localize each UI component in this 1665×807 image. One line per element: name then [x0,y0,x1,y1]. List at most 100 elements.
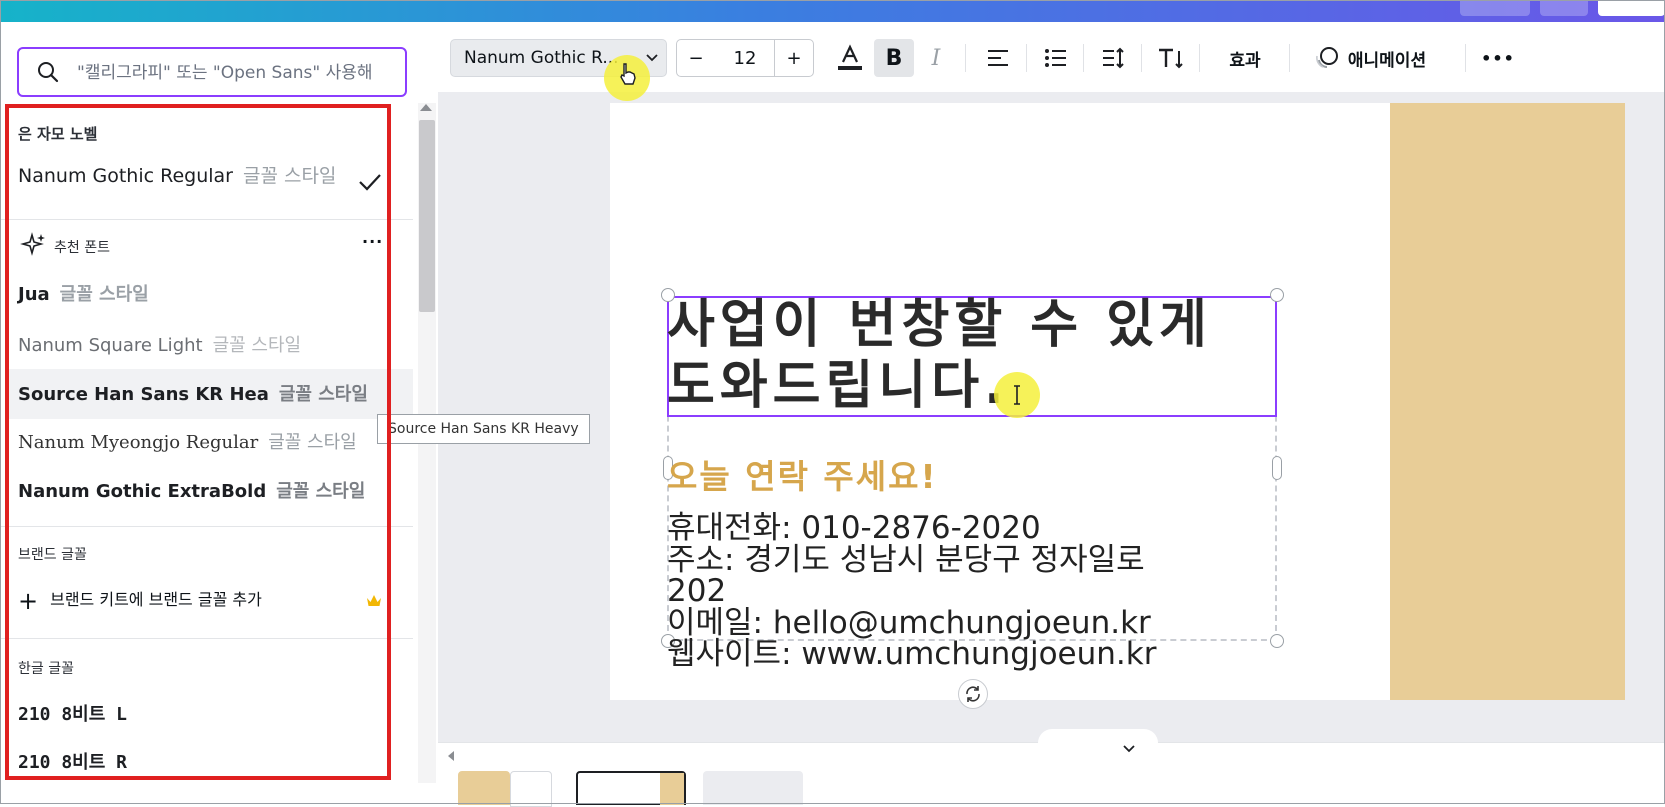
hand-pointer-icon [620,63,636,85]
gold-side-panel [1390,103,1625,700]
bold-button[interactable]: B [874,39,914,77]
resize-handle-bottom-right[interactable] [1270,634,1284,648]
resize-handle-right[interactable] [1272,456,1282,480]
add-brand-font-label: 브랜드 키트에 브랜드 글꼴 추가 [50,590,262,609]
animation-icon [1315,47,1338,69]
font-name: Source Han Sans KR Hea [18,384,269,405]
font-size-input[interactable]: 12 [715,39,775,77]
text-cursor-icon [1014,385,1020,405]
contact-text-block[interactable]: 휴대전화: 010-2876-2020 주소: 경기도 성남시 분당구 정자일로… [667,510,1157,672]
more-options-icon[interactable]: ··· [362,232,383,251]
divider [1083,44,1084,72]
page-thumbnail-active[interactable] [576,771,686,805]
page-thumbnail[interactable] [458,771,510,805]
panel-scrollbar-thumb[interactable] [419,120,435,312]
rotate-handle[interactable] [958,679,988,709]
font-option-jua[interactable]: Jua 글꼴 스타일 [18,280,149,306]
font-option-210-8bit-l[interactable]: 210 8비트 L [18,700,127,726]
plus-icon: + [18,586,39,615]
add-page-thumbnail[interactable] [703,771,803,805]
collapse-tab[interactable] [1038,729,1158,753]
divider [965,44,966,72]
text-color-button[interactable] [830,39,870,77]
divider [1289,44,1290,72]
text-transform-button[interactable] [1151,39,1191,77]
font-option-210-8bit-r[interactable]: 210 8비트 R [18,748,127,774]
font-option-current[interactable]: Nanum Gothic Regular 글꼴 스타일 [18,161,336,188]
line-spacing-icon [1103,47,1124,69]
brand-fonts-title: 브랜드 글꼴 [18,547,87,563]
contact-address-number: 202 [667,573,727,609]
scroll-up-arrow-icon[interactable] [420,104,432,111]
current-font-header: 은 자모 노벨 [18,125,98,143]
bold-icon: B [885,45,903,71]
divider [1026,44,1027,72]
font-name: Nanum Myeongjo Regular [18,432,259,453]
sparkle-icon [20,232,45,256]
top-header-bar [0,0,1665,22]
divider [0,219,413,220]
italic-button[interactable]: I [916,39,956,77]
font-name: 210 8비트 L [18,704,127,725]
effects-button[interactable]: 효과 [1210,39,1280,77]
search-icon [38,62,59,83]
chevron-down-icon[interactable] [1122,745,1136,753]
font-option-nanum-myeongjo[interactable]: Nanum Myeongjo Regular 글꼴 스타일 [18,428,357,454]
header-menu-button[interactable] [1540,0,1588,16]
contact-phone: 휴대전화: 010-2876-2020 [667,510,1041,546]
plus-icon: + [786,47,802,69]
resize-handle-top-left[interactable] [661,288,675,302]
font-size-value: 12 [733,47,757,69]
font-name: 210 8비트 R [18,752,127,773]
font-option-nanum-gothic-extrabold[interactable]: Nanum Gothic ExtraBold 글꼴 스타일 [18,477,365,503]
checkmark-icon [359,174,381,191]
text-color-icon [838,44,862,70]
font-option-source-han-sans[interactable]: Source Han Sans KR Hea 글꼴 스타일 [18,380,368,406]
divider [1465,44,1466,72]
resize-handle-top-right[interactable] [1270,288,1284,302]
text-size-icon [1159,48,1183,69]
spacing-button[interactable] [1093,39,1133,77]
font-search-box[interactable] [17,47,407,97]
more-icon: ••• [1481,48,1515,68]
font-sample: 글꼴 스타일 [268,432,357,453]
contact-website: 웹사이트: www.umchungjoeun.kr [667,636,1157,672]
italic-icon: I [931,45,941,71]
animation-label: 애니메이션 [1347,50,1427,71]
rotate-icon [966,686,980,702]
header-button[interactable] [1460,0,1530,16]
divider [1199,44,1200,72]
bullet-list-icon [1045,49,1066,67]
align-left-button[interactable] [978,39,1018,77]
font-sample: 글꼴 스타일 [278,384,368,405]
font-sample: 글꼴 스타일 [276,481,366,502]
contact-address: 주소: 경기도 성남시 분당구 정자일로 [667,541,1145,578]
font-name: Nanum Gothic Regular [18,165,233,187]
divider [0,638,413,639]
font-option-nanum-square-light[interactable]: Nanum Square Light 글꼴 스타일 [18,331,301,357]
font-search-input[interactable] [75,57,404,89]
font-sample: 글꼴 스타일 [59,284,149,305]
crown-icon [367,595,381,606]
font-family-label: Nanum Gothic R... [464,48,619,68]
scroll-left-arrow-icon[interactable] [448,751,454,761]
font-size-decrease-button[interactable]: − [676,39,716,77]
recommended-fonts-title: 추천 폰트 [54,240,110,256]
font-size-increase-button[interactable]: + [774,39,814,77]
headline-text[interactable]: 사업이 번창할 수 있게 도와드립니다. [667,295,1212,417]
more-button[interactable]: ••• [1478,39,1518,77]
subheading-text[interactable]: 오늘 연락 주세요! [667,450,938,498]
page-thumbnail[interactable] [510,771,552,807]
effects-label: 효과 [1229,50,1261,71]
bullet-list-button[interactable] [1036,39,1076,77]
korean-fonts-title: 한글 글꼴 [18,661,74,677]
font-name: Jua [18,284,50,305]
animate-button[interactable]: 애니메이션 [1300,39,1440,77]
font-tooltip: Source Han Sans KR Heavy [377,414,590,444]
add-brand-font-button[interactable]: + 브랜드 키트에 브랜드 글꼴 추가 [18,586,262,615]
share-button[interactable] [1598,0,1665,16]
pages-strip [438,729,1665,807]
headline-line-1: 사업이 번창할 수 있게 [667,295,1212,355]
font-name: Nanum Gothic ExtraBold [18,481,267,502]
font-sample: 글꼴 스타일 [212,335,302,356]
